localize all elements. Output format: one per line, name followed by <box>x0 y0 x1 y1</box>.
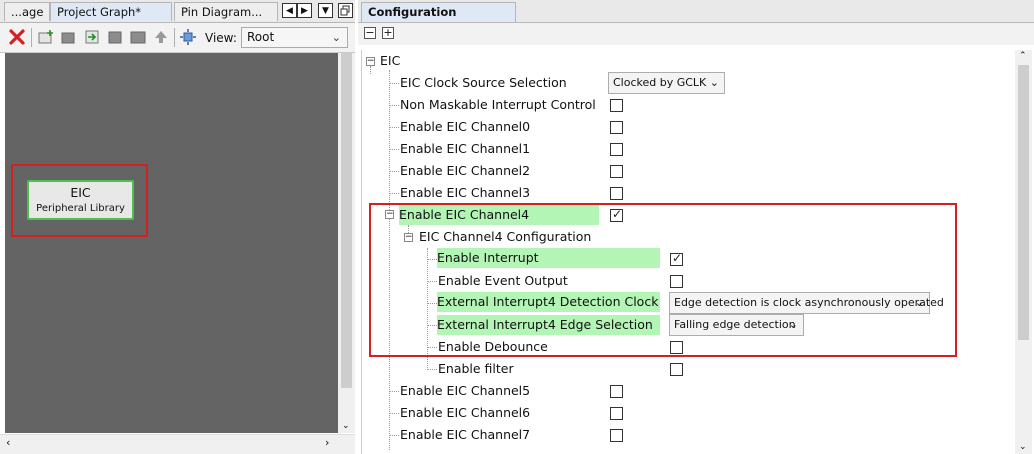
channel7-label: Enable EIC Channel7 <box>400 427 531 442</box>
tab-manager[interactable]: ...age <box>4 2 50 21</box>
tree-guide-line <box>389 413 399 414</box>
channel0-checkbox[interactable] <box>610 121 623 134</box>
tree-guide-line <box>370 66 371 74</box>
nmi-control-label: Non Maskable Interrupt Control <box>400 97 596 112</box>
chevron-down-icon: ⌄ <box>331 31 341 44</box>
toolbar-separator <box>31 28 32 47</box>
tree-guide-line <box>389 391 399 392</box>
tab-next-icon[interactable]: ▶ <box>297 3 312 18</box>
scrollbar-thumb[interactable] <box>341 53 352 388</box>
tab-pin-diagram[interactable]: Pin Diagram... <box>174 2 278 21</box>
view-label: View: <box>205 31 237 45</box>
group-icon[interactable] <box>130 29 146 45</box>
scroll-right-icon[interactable]: › <box>325 436 329 449</box>
project-graph-canvas[interactable] <box>5 53 338 433</box>
delete-icon[interactable] <box>9 29 25 45</box>
channel0-label: Enable EIC Channel0 <box>400 119 531 134</box>
channel7-checkbox[interactable] <box>610 429 623 442</box>
channel5-checkbox[interactable] <box>610 385 623 398</box>
node-subtitle: Peripheral Library <box>36 203 125 214</box>
view-select[interactable]: Root ⌄ <box>241 27 348 48</box>
import-icon[interactable] <box>84 29 100 45</box>
export-icon[interactable] <box>107 29 123 45</box>
channel1-checkbox[interactable] <box>610 143 623 156</box>
remove-component-icon[interactable] <box>61 29 77 45</box>
channel2-label: Enable EIC Channel2 <box>400 163 531 178</box>
scroll-up-icon[interactable]: ⌃ <box>1019 51 1027 61</box>
channel1-label: Enable EIC Channel1 <box>400 141 531 156</box>
chevron-down-icon: ⌄ <box>709 76 719 89</box>
tab-prev-icon[interactable]: ◀ <box>282 3 297 18</box>
enable-filter-label: Enable filter <box>438 361 514 376</box>
tree-guide-line <box>389 435 399 436</box>
left-tab-bar: ...age Project Graph* Pin Diagram... ◀ ▶… <box>0 0 355 23</box>
scroll-left-icon[interactable]: ‹ <box>6 436 10 449</box>
tree-guide-line <box>389 105 399 106</box>
tree-guide-line <box>427 369 437 370</box>
node-title: EIC <box>70 185 91 200</box>
add-component-icon[interactable] <box>38 29 54 45</box>
channel5-label: Enable EIC Channel5 <box>400 383 531 398</box>
tree-root-eic[interactable]: EIC <box>380 51 400 71</box>
restore-window-icon[interactable] <box>338 3 353 18</box>
tree-guide-line <box>389 171 399 172</box>
collapse-eic-icon[interactable]: − <box>366 57 375 66</box>
eic-clock-source-value: Clocked by GCLK <box>613 76 707 89</box>
nmi-control-checkbox[interactable] <box>610 99 623 112</box>
tree-guide-line <box>389 149 399 150</box>
config-toolbar: − + <box>358 23 1034 45</box>
expand-all-button[interactable]: + <box>382 27 394 39</box>
tab-project-graph[interactable]: Project Graph* <box>50 2 172 21</box>
graph-vertical-scrollbar[interactable]: ⌄ <box>338 53 355 433</box>
channel6-checkbox[interactable] <box>610 407 623 420</box>
enable-filter-checkbox[interactable] <box>670 363 683 376</box>
eic-clock-source-select[interactable]: Clocked by GCLK ⌄ <box>608 72 725 94</box>
graph-horizontal-scrollbar[interactable]: ‹ › <box>0 434 355 454</box>
eic-component-node[interactable]: EIC Peripheral Library <box>27 180 134 220</box>
collapse-all-button[interactable]: − <box>364 27 376 39</box>
tab-menu-icon[interactable]: ▼ <box>318 3 333 18</box>
channel2-checkbox[interactable] <box>610 165 623 178</box>
fit-to-screen-icon[interactable] <box>180 29 196 45</box>
eic-clock-source-label: EIC Clock Source Selection <box>400 75 567 90</box>
view-select-value: Root <box>247 30 275 44</box>
config-vertical-scrollbar[interactable]: ⌃ ⌄ <box>1015 50 1032 454</box>
scrollbar-thumb[interactable] <box>1018 65 1029 340</box>
tree-guide-line <box>389 127 399 128</box>
graph-toolbar: View: Root ⌄ <box>0 23 355 53</box>
tab-configuration-options[interactable]: Configuration Options* <box>361 2 516 38</box>
channel4-annotation-box <box>369 203 957 357</box>
tree-guide-line <box>389 193 399 194</box>
channel3-checkbox[interactable] <box>610 187 623 200</box>
channel3-label: Enable EIC Channel3 <box>400 185 531 200</box>
scroll-down-icon[interactable]: ⌄ <box>1019 442 1027 452</box>
move-up-icon[interactable] <box>153 29 169 45</box>
toolbar-separator <box>174 28 175 47</box>
channel6-label: Enable EIC Channel6 <box>400 405 531 420</box>
tree-guide-line <box>389 83 399 84</box>
scroll-down-icon[interactable]: ⌄ <box>342 421 350 431</box>
